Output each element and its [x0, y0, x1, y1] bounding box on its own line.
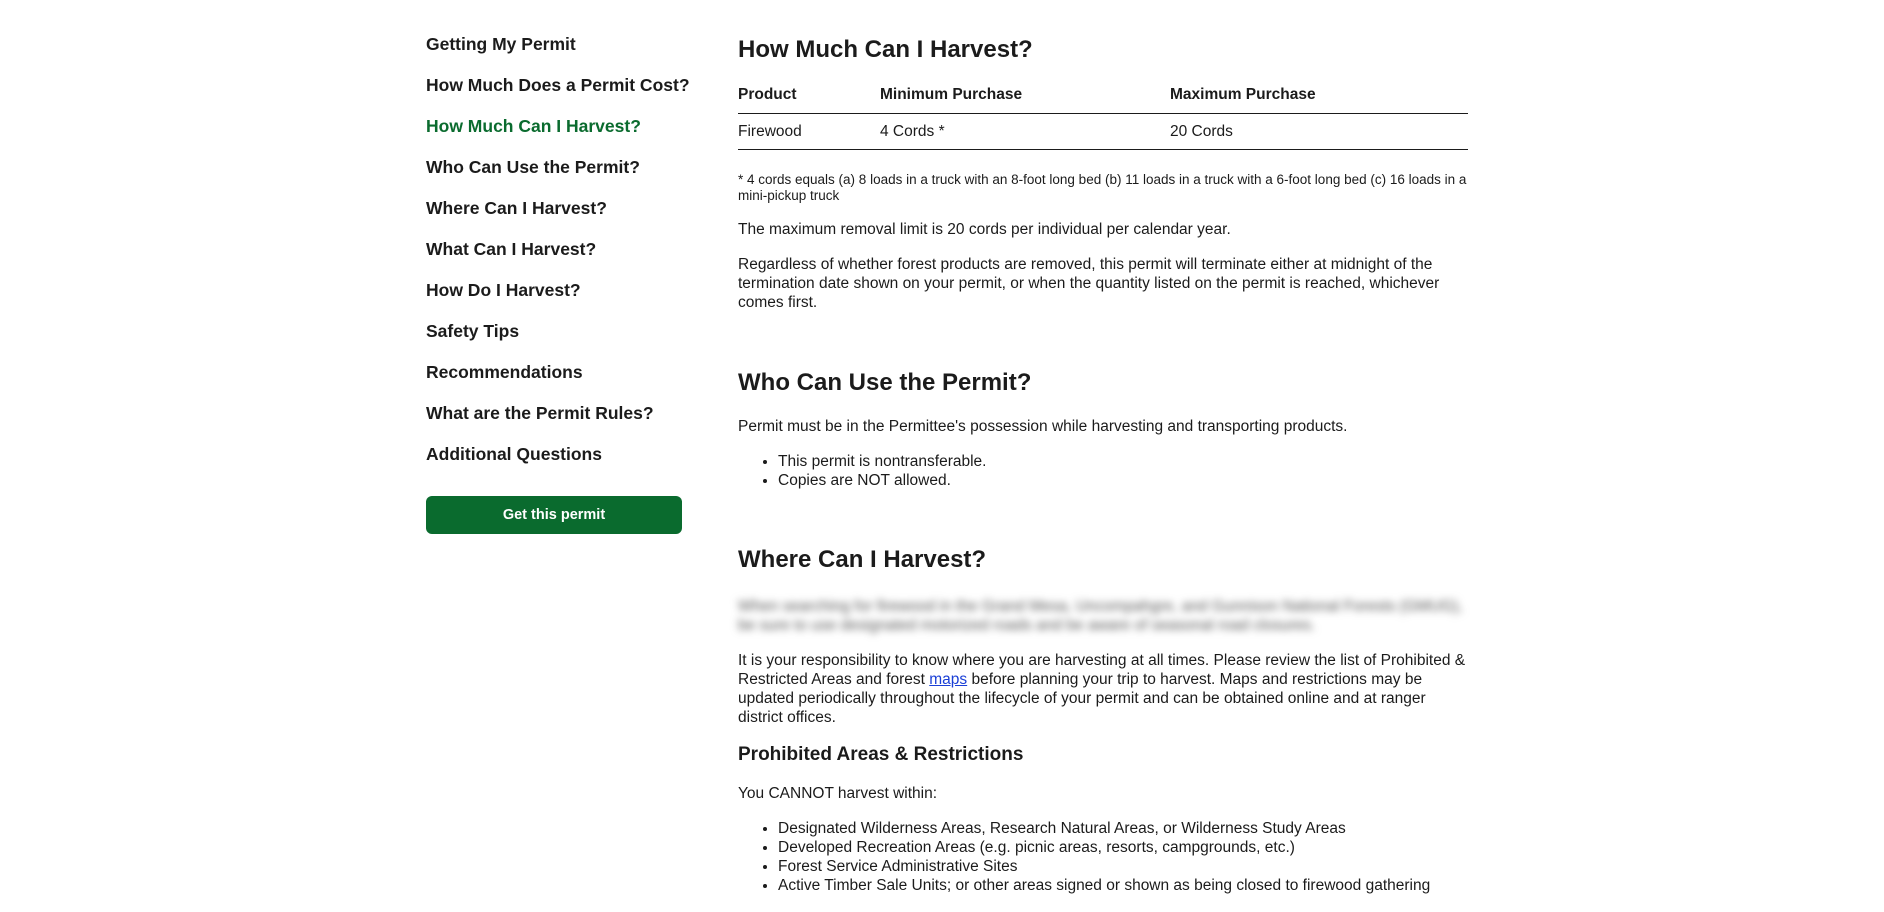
sidebar-item-permit-rules: What are the Permit Rules?	[426, 393, 688, 434]
maps-link[interactable]: maps	[929, 671, 967, 688]
nav-link-safety-tips[interactable]: Safety Tips	[426, 321, 519, 342]
responsibility-text: It is your responsibility to know where …	[738, 651, 1468, 727]
sidebar-item-how-harvest: How Do I Harvest?	[426, 270, 688, 311]
sidebar-item-who-can-use: Who Can Use the Permit?	[426, 147, 688, 188]
table-cell-maximum: 20 Cords	[1170, 113, 1468, 150]
sidebar-item-recommendations: Recommendations	[426, 352, 688, 393]
section-title-where-harvest: Where Can I Harvest?	[738, 546, 987, 573]
table-header-row: Product Minimum Purchase Maximum Purchas…	[738, 77, 1468, 114]
prohibited-bullets: Designated Wilderness Areas, Research Na…	[738, 819, 1508, 895]
table-cell-product: Firewood	[738, 113, 880, 150]
cords-footnote: * 4 cords equals (a) 8 loads in a truck …	[738, 172, 1467, 203]
prohibited-areas-title: Prohibited Areas & Restrictions	[738, 744, 1024, 765]
list-item: Developed Recreation Areas (e.g. picnic …	[778, 838, 1508, 857]
nav-link-how-harvest[interactable]: How Do I Harvest?	[426, 280, 581, 301]
nav-link-who-can-use[interactable]: Who Can Use the Permit?	[426, 157, 640, 178]
termination-text: Regardless of whether forest products ar…	[738, 256, 1440, 311]
list-item: Active Timber Sale Units; or other areas…	[778, 876, 1508, 895]
section-title-who-can-use: Who Can Use the Permit?	[738, 369, 1032, 396]
nav-link-permit-cost[interactable]: How Much Does a Permit Cost?	[426, 75, 690, 96]
nav-link-where-harvest[interactable]: Where Can I Harvest?	[426, 198, 607, 219]
sidebar-item-what-harvest: What Can I Harvest?	[426, 229, 688, 270]
list-item: Designated Wilderness Areas, Research Na…	[778, 819, 1508, 838]
table-cell-minimum: 4 Cords *	[880, 113, 1170, 150]
sidebar-item-where-harvest: Where Can I Harvest?	[426, 188, 688, 229]
sidebar-item-getting-my-permit: Getting My Permit	[426, 24, 688, 65]
section-title-how-much-harvest: How Much Can I Harvest?	[738, 36, 1033, 63]
table-row: Firewood 4 Cords * 20 Cords	[738, 113, 1468, 150]
nav-link-getting-my-permit[interactable]: Getting My Permit	[426, 34, 576, 55]
nav-link-how-much-harvest[interactable]: How Much Can I Harvest?	[426, 116, 641, 137]
removal-limit-text: The maximum removal limit is 20 cords pe…	[738, 221, 1231, 238]
page: Getting My Permit How Much Does a Permit…	[0, 0, 1884, 912]
nav-link-recommendations[interactable]: Recommendations	[426, 362, 583, 383]
harvest-table: Product Minimum Purchase Maximum Purchas…	[738, 77, 1468, 150]
sidebar-item-how-much-harvest: How Much Can I Harvest?	[426, 106, 688, 147]
cannot-harvest-text: You CANNOT harvest within:	[738, 785, 938, 802]
list-item: This permit is nontransferable.	[778, 452, 1508, 471]
sidebar-item-additional-questions: Additional Questions	[426, 434, 688, 475]
nav-link-what-harvest[interactable]: What Can I Harvest?	[426, 239, 596, 260]
nav-link-additional-questions[interactable]: Additional Questions	[426, 444, 602, 465]
nav-link-permit-rules[interactable]: What are the Permit Rules?	[426, 403, 654, 424]
sidebar-item-safety-tips: Safety Tips	[426, 311, 688, 352]
possession-text: Permit must be in the Permittee's posses…	[738, 418, 1348, 435]
sidebar-list: Getting My Permit How Much Does a Permit…	[426, 24, 690, 475]
get-this-permit-button[interactable]: Get this permit	[426, 496, 682, 534]
list-item: Copies are NOT allowed.	[778, 471, 1508, 490]
sidebar-item-permit-cost: How Much Does a Permit Cost?	[426, 65, 690, 106]
sidebar-nav: Getting My Permit How Much Does a Permit…	[426, 24, 690, 534]
who-bullets: This permit is nontransferable. Copies a…	[738, 452, 1508, 490]
list-item: Forest Service Administrative Sites	[778, 857, 1508, 876]
blurred-paragraph: When searching for firewood in the Grand…	[738, 598, 1463, 634]
table-header-product: Product	[738, 77, 880, 114]
table-header-maximum: Maximum Purchase	[1170, 77, 1468, 114]
table-header-minimum: Minimum Purchase	[880, 77, 1170, 114]
